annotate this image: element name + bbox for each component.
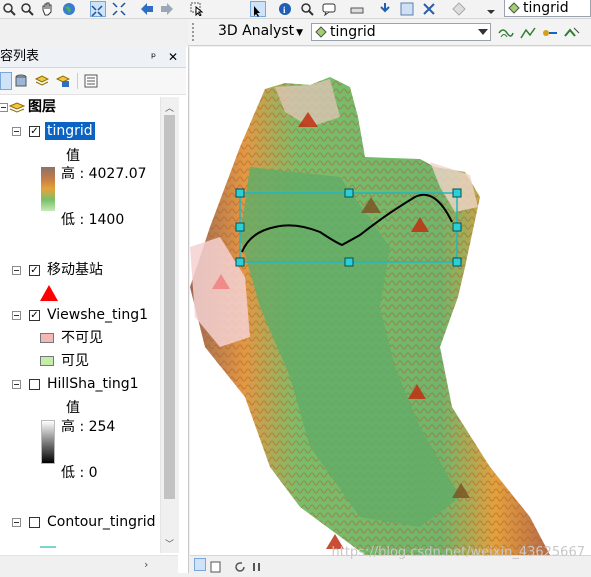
refresh-icon[interactable] xyxy=(234,558,248,572)
toc-title-bar: 容列表 ᵖ ✕ xyxy=(0,47,186,68)
hillshade-legend-title: 值 xyxy=(66,400,80,416)
measure-icon[interactable] xyxy=(350,1,364,15)
create-viewer-icon[interactable] xyxy=(452,1,466,16)
map-canvas[interactable] xyxy=(190,47,591,555)
time-slider-icon[interactable] xyxy=(422,1,436,15)
list-by-drawing-order-icon[interactable] xyxy=(0,72,12,90)
html-popup-icon[interactable] xyxy=(322,1,336,17)
toc-separator xyxy=(77,73,78,89)
fixed-zoom-out-icon[interactable] xyxy=(112,1,126,16)
3d-analyst-menu-button[interactable]: 3D Analyst ▼ xyxy=(218,22,303,42)
list-by-source-icon[interactable] xyxy=(14,73,28,87)
close-icon[interactable]: ✕ xyxy=(168,47,178,67)
layers-root-label[interactable]: 图层 xyxy=(28,98,56,116)
layer-symbol-icon xyxy=(508,2,520,18)
pin-icon[interactable]: ᵖ xyxy=(151,47,156,67)
3d-layer-dropdown[interactable]: tingrid xyxy=(311,23,491,41)
dropdown-caret-icon: ▼ xyxy=(296,28,304,38)
line-of-sight-icon[interactable] xyxy=(542,25,557,39)
hyperlink-icon[interactable] xyxy=(378,1,392,15)
hillshade-visibility-checkbox[interactable] xyxy=(29,379,40,390)
scroll-up-icon[interactable]: ︿ xyxy=(165,101,174,114)
watermark-text: https://blog.csdn.net/weixin_43625667 xyxy=(331,545,585,560)
visible-swatch xyxy=(40,356,54,366)
tingrid-expand-toggle[interactable] xyxy=(12,127,21,136)
tingrid-legend-title: 值 xyxy=(66,148,80,164)
scroll-down-icon[interactable]: ﹀ xyxy=(165,537,174,550)
back-arrow-icon[interactable] xyxy=(140,1,154,15)
layer-dropdown-value: tingrid xyxy=(523,0,569,16)
contour-line-symbol xyxy=(40,546,56,548)
layer-symbol-icon xyxy=(315,26,327,42)
3d-analyst-toolbar: 3D Analyst ▼ tingrid xyxy=(188,19,591,46)
not-visible-swatch xyxy=(40,333,54,343)
toc-title: 容列表 xyxy=(0,49,40,64)
tingrid-layer-name[interactable]: tingrid xyxy=(45,122,95,140)
list-by-visibility-icon[interactable] xyxy=(34,73,50,87)
hillshade-layer-name[interactable]: HillSha_ting1 xyxy=(47,375,139,393)
pan-hand-icon[interactable] xyxy=(40,1,54,16)
zoom-in-icon[interactable] xyxy=(2,1,16,16)
hillshade-color-ramp xyxy=(41,420,55,464)
identify-icon[interactable]: i xyxy=(278,1,292,15)
scroll-thumb[interactable] xyxy=(164,115,175,499)
basestation-expand-toggle[interactable] xyxy=(12,266,21,275)
tingrid-color-ramp xyxy=(41,167,55,211)
swipe-icon[interactable] xyxy=(400,1,414,16)
find-icon[interactable] xyxy=(300,1,314,16)
toc-options-icon[interactable] xyxy=(84,73,98,88)
hillshade-low-label: 低 : 0 xyxy=(61,465,98,481)
visible-label: 可见 xyxy=(61,353,89,369)
list-by-selection-icon[interactable] xyxy=(55,73,71,87)
contour-tool-icon[interactable] xyxy=(498,25,514,39)
zoom-out-icon[interactable] xyxy=(20,1,34,16)
toc-tree: 图层 ✓ tingrid 值 高 : 4027.07 低 : 1400 ✓ 移动… xyxy=(0,95,160,553)
basestation-layer-name[interactable]: 移动基站 xyxy=(47,261,103,279)
viewshed-layer-name[interactable]: Viewshe_ting1 xyxy=(47,306,148,324)
layers-group-icon xyxy=(8,100,26,119)
map-view[interactable] xyxy=(190,47,591,555)
tingrid-high-label: 高 : 4027.07 xyxy=(61,166,147,182)
layout-view-icon[interactable] xyxy=(210,558,224,573)
pause-drawing-icon[interactable] xyxy=(252,558,266,572)
red-triangle-symbol-icon xyxy=(39,284,59,306)
tingrid-visibility-checkbox[interactable]: ✓ xyxy=(29,126,40,137)
expand-toggle[interactable] xyxy=(0,103,8,112)
select-features-icon[interactable] xyxy=(190,1,204,17)
hillshade-high-label: 高 : 254 xyxy=(61,419,116,435)
toolbar-grip[interactable] xyxy=(192,23,197,41)
fixed-zoom-in-icon[interactable] xyxy=(90,1,106,17)
select-arrow-icon[interactable] xyxy=(250,1,266,17)
hillshade-expand-toggle[interactable] xyxy=(12,380,21,389)
3d-analyst-label: 3D Analyst xyxy=(218,23,295,39)
not-visible-label: 不可见 xyxy=(61,330,103,346)
toc-vertical-scrollbar[interactable]: ︿ ﹀ xyxy=(160,97,179,553)
scroll-right-icon[interactable]: › xyxy=(144,558,148,571)
viewshed-visibility-checkbox[interactable]: ✓ xyxy=(29,310,40,321)
toolbar-options-chevron-icon[interactable] xyxy=(486,1,500,15)
contour-expand-toggle[interactable] xyxy=(12,518,21,527)
contour-layer-name[interactable]: Contour_tingrid xyxy=(47,513,156,531)
data-view-icon[interactable] xyxy=(194,558,206,571)
basestation-visibility-checkbox[interactable]: ✓ xyxy=(29,265,40,276)
steepest-path-icon[interactable] xyxy=(520,25,536,39)
dropdown-arrow-icon xyxy=(478,29,488,35)
forward-arrow-icon[interactable] xyxy=(160,1,174,15)
contour-visibility-checkbox[interactable] xyxy=(29,517,40,528)
tingrid-low-label: 低 : 1400 xyxy=(61,212,125,228)
globe-full-extent-icon[interactable] xyxy=(62,1,76,15)
toc-toolbar xyxy=(0,68,186,95)
viewshed-expand-toggle[interactable] xyxy=(12,311,21,320)
3d-layer-dropdown-value: tingrid xyxy=(330,24,376,40)
interpolate-line-icon[interactable] xyxy=(564,25,580,39)
standard-toolbar: i tingrid xyxy=(0,0,591,19)
layer-dropdown-top[interactable]: tingrid xyxy=(504,0,591,17)
toc-horizontal-scrollbar[interactable]: › xyxy=(0,555,178,574)
